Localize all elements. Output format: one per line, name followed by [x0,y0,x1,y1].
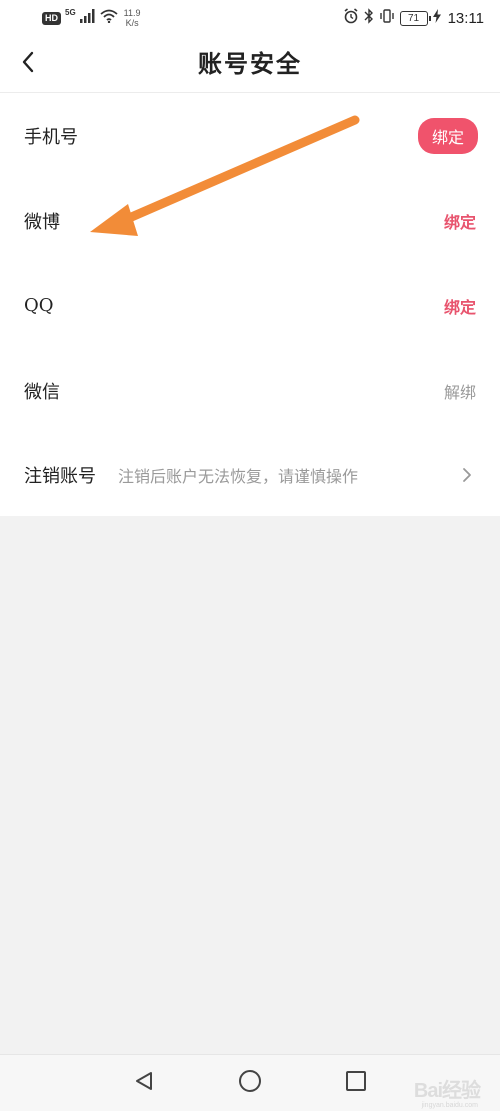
bind-phone-button[interactable]: 绑定 [417,117,478,154]
vibrate-icon [379,8,395,29]
bind-qq-button[interactable]: 绑定 [444,294,476,318]
hd-badge: HD [42,11,61,25]
bind-weibo-button[interactable]: 绑定 [444,209,476,233]
app-header: 账号安全 [0,36,500,93]
triangle-back-icon [133,1070,155,1096]
nav-recent-button[interactable] [342,1069,370,1097]
charging-icon [432,8,441,28]
row-wechat: 微信 解绑 [0,348,500,433]
row-label-wechat: 微信 [24,381,60,403]
unbind-wechat-button[interactable]: 解绑 [444,379,476,403]
network-type: 5G [65,7,76,17]
delete-account-hint: 注销后账户无法恢复，请谨慎操作 [118,466,359,486]
row-weibo: 微博 绑定 [0,178,500,263]
row-label-phone: 手机号 [24,126,78,148]
bluetooth-icon [364,7,374,29]
status-bar: HD 5G 11.9 K/s 71 13:11 [0,0,500,36]
row-phone: 手机号 绑定 [0,93,500,178]
clock: 13:11 [447,9,484,27]
row-label-delete-account: 注销账号 [24,465,96,487]
wifi-icon [100,9,118,28]
network-speed: 11.9 K/s [124,8,141,28]
status-right: 71 13:11 [343,6,484,30]
row-label-weibo: 微博 [24,211,60,233]
row-qq: QQ 绑定 [0,263,500,348]
chevron-right-icon [460,467,474,482]
nav-home-button[interactable] [236,1069,264,1097]
square-recent-icon [345,1070,367,1096]
speed-unit: K/s [125,18,139,28]
signal-icon [79,8,96,28]
row-label-qq: QQ [24,295,54,316]
watermark-sub: jingyan.baidu.com [421,1102,478,1109]
watermark-text: Bai经验 [413,1080,481,1102]
watermark-logo: Bai经验 jingyan.baidu.com [413,1074,481,1109]
system-nav-bar: Bai经验 jingyan.baidu.com [0,1054,500,1111]
speed-value: 11.9 [123,8,141,18]
nav-back-button[interactable] [130,1069,158,1097]
page-title: 账号安全 [198,49,302,78]
screen: HD 5G 11.9 K/s 71 13:11 账号安全 手机号 绑定 微博 绑… [0,0,500,1111]
account-security-list: 手机号 绑定 微博 绑定 QQ 绑定 微信 解绑 注销账号 注销后账户无法恢复，… [0,93,500,516]
circle-home-icon [238,1069,262,1097]
row-delete-account[interactable]: 注销账号 注销后账户无法恢复，请谨慎操作 [0,433,500,516]
battery-indicator: 71 [399,10,431,26]
status-left: HD 5G 11.9 K/s [42,6,141,30]
alarm-icon [343,7,359,29]
